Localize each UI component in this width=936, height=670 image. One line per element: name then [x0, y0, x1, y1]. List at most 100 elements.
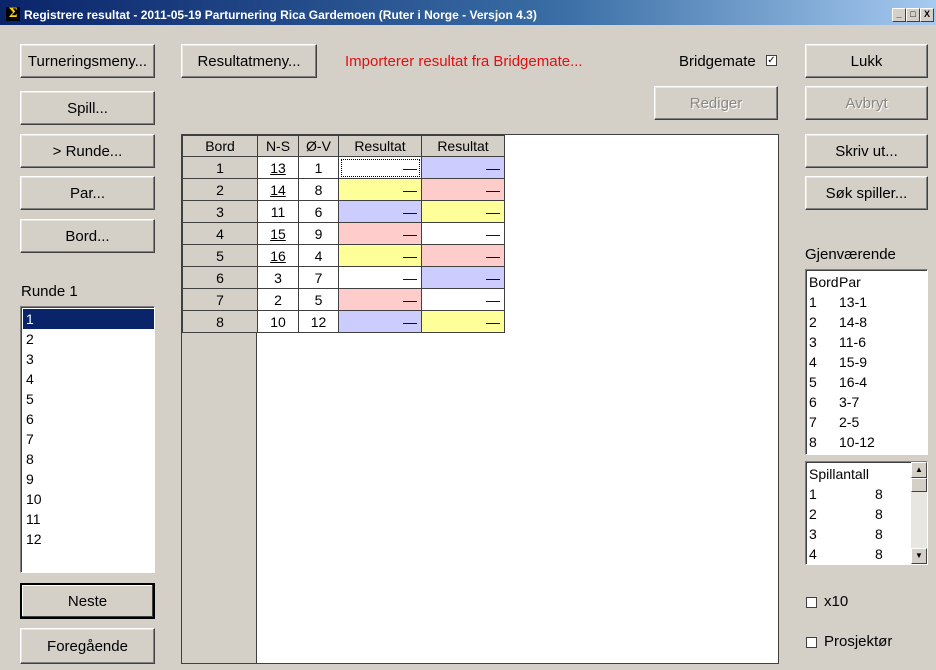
list-item[interactable]: 2 14-8 — [806, 312, 927, 332]
spill-count: 8 — [875, 546, 883, 562]
list-item[interactable]: 28 — [806, 504, 927, 524]
scroll-thumb[interactable] — [911, 478, 927, 492]
table-row: 3 11 6— — — [182, 200, 505, 223]
ns-cell[interactable]: 13 — [257, 156, 299, 179]
result-cell[interactable]: — — [338, 178, 422, 201]
remaining-par: 2-5 — [839, 414, 860, 430]
result-cell[interactable]: — — [421, 178, 505, 201]
rediger-button[interactable]: Rediger — [654, 86, 778, 120]
par-button[interactable]: Par... — [20, 176, 155, 210]
round-item[interactable]: 8 — [23, 449, 154, 469]
avbryt-button[interactable]: Avbryt — [805, 86, 928, 120]
round-item[interactable]: 4 — [23, 369, 154, 389]
round-list[interactable]: 1 2 3 4 5 6 7 8 9 10 11 12 — [20, 306, 155, 573]
round-item[interactable]: 12 — [23, 529, 154, 549]
ns-cell[interactable]: 14 — [257, 178, 299, 201]
list-item[interactable]: 3 11-6 — [806, 332, 927, 352]
spillantall-list[interactable]: Spillantall 1 8 2 8 3 8 4 8 ▲ ▼ — [805, 461, 928, 565]
ov-cell[interactable]: 6 — [298, 200, 339, 223]
list-item[interactable]: 6 3-7 — [806, 392, 927, 412]
round-item[interactable]: 7 — [23, 429, 154, 449]
result-cell[interactable]: — — [421, 288, 505, 311]
ns-cell[interactable]: 11 — [257, 200, 299, 223]
list-item[interactable]: 48 — [806, 544, 927, 564]
bord-cell: 5 — [182, 244, 258, 267]
neste-button[interactable]: Neste — [20, 583, 155, 619]
column-header[interactable]: Resultat — [421, 135, 505, 157]
round-item[interactable]: 9 — [23, 469, 154, 489]
result-cell[interactable]: — — [338, 310, 422, 333]
bord-cell: 8 — [182, 310, 258, 333]
result-cell[interactable]: — — [338, 156, 422, 179]
result-cell[interactable]: — — [338, 266, 422, 289]
round-item[interactable]: 1 — [23, 309, 154, 329]
prosjektor-checkbox[interactable] — [806, 637, 817, 648]
ov-cell[interactable]: 9 — [298, 222, 339, 245]
column-header[interactable]: Ø-V — [298, 135, 339, 157]
foregaende-button[interactable]: Foregående — [20, 628, 155, 664]
minimize-icon[interactable]: _ — [892, 8, 906, 22]
x10-checkbox[interactable] — [806, 597, 817, 608]
sok-spiller-button[interactable]: Søk spiller... — [805, 176, 928, 210]
scroll-up-icon[interactable]: ▲ — [911, 462, 927, 478]
result-cell[interactable]: — — [421, 244, 505, 267]
maximize-icon[interactable]: □ — [906, 8, 920, 22]
ov-cell[interactable]: 5 — [298, 288, 339, 311]
list-item[interactable]: 38 — [806, 524, 927, 544]
ov-cell[interactable]: 4 — [298, 244, 339, 267]
list-item[interactable]: 4 15-9 — [806, 352, 927, 372]
scroll-down-icon[interactable]: ▼ — [911, 548, 927, 564]
ns-cell[interactable]: 15 — [257, 222, 299, 245]
column-header[interactable]: Bord — [182, 135, 258, 157]
result-cell[interactable]: — — [338, 288, 422, 311]
result-grid: Bord N-S Ø-V Resultat Resultat 1 13 1— —2 14 8— —3… — [181, 134, 779, 664]
round-item[interactable]: 6 — [23, 409, 154, 429]
ns-cell[interactable]: 10 — [257, 310, 299, 333]
round-item[interactable]: 5 — [23, 389, 154, 409]
column-header[interactable]: Resultat — [338, 135, 422, 157]
list-item[interactable]: 7 2-5 — [806, 412, 927, 432]
result-cell[interactable]: — — [338, 244, 422, 267]
lukk-button[interactable]: Lukk — [805, 44, 928, 78]
title-bar[interactable]: Σ Registrere resultat - 2011-05-19 Partu… — [0, 0, 936, 25]
ov-cell[interactable]: 1 — [298, 156, 339, 179]
runde-button[interactable]: > Runde... — [20, 134, 155, 168]
ns-cell[interactable]: 3 — [257, 266, 299, 289]
spill-button[interactable]: Spill... — [20, 91, 155, 125]
spillantall-scrollbar[interactable]: ▲ ▼ — [911, 462, 927, 564]
ov-cell[interactable]: 12 — [298, 310, 339, 333]
result-cell[interactable]: — — [421, 156, 505, 179]
list-item[interactable]: 1 13-1 — [806, 292, 927, 312]
result-cell[interactable]: — — [338, 200, 422, 223]
list-item[interactable]: 5 16-4 — [806, 372, 927, 392]
remaining-list[interactable]: Bord Par 1 13-1 2 14-8 3 11-6 4 15-9 5 16-4 6 3-7 7 2-5… — [805, 269, 928, 455]
round-item[interactable]: 11 — [23, 509, 154, 529]
list-item[interactable]: 18 — [806, 484, 927, 504]
result-cell[interactable]: — — [421, 310, 505, 333]
bord-cell: 6 — [182, 266, 258, 289]
resultatmeny-button[interactable]: Resultatmeny... — [181, 44, 317, 78]
list-item[interactable]: 8 10-12 — [806, 432, 927, 452]
spill-count: 8 — [875, 486, 883, 502]
ov-cell[interactable]: 8 — [298, 178, 339, 201]
round-item[interactable]: 10 — [23, 489, 154, 509]
result-cell[interactable]: — — [421, 266, 505, 289]
column-header[interactable]: N-S — [257, 135, 299, 157]
table-row: 8 10 12— — — [182, 310, 505, 333]
bridgemate-label: Bridgemate — [679, 53, 756, 70]
ns-cell[interactable]: 16 — [257, 244, 299, 267]
close-icon[interactable]: X — [920, 8, 934, 22]
ov-cell[interactable]: 7 — [298, 266, 339, 289]
round-item[interactable]: 2 — [23, 329, 154, 349]
bridgemate-checkbox[interactable]: ✓ — [766, 55, 777, 66]
result-cell[interactable]: — — [421, 200, 505, 223]
remaining-par: 15-9 — [839, 354, 868, 370]
result-cell[interactable]: — — [338, 222, 422, 245]
bord-button[interactable]: Bord... — [20, 219, 155, 253]
turneringsmeny-button[interactable]: Turneringsmeny... — [20, 44, 155, 78]
round-item[interactable]: 3 — [23, 349, 154, 369]
skriv-ut-button[interactable]: Skriv ut... — [805, 134, 928, 168]
ns-cell[interactable]: 2 — [257, 288, 299, 311]
remaining-par: 14-8 — [839, 314, 868, 330]
result-cell[interactable]: — — [421, 222, 505, 245]
